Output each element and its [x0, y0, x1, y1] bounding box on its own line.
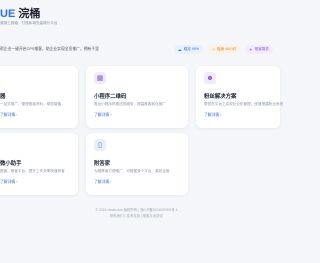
badge-label: 极速 48小时	[216, 47, 237, 51]
card-title: 附答家	[94, 161, 111, 167]
card-description: 一站式推广，管理推客资料，助您增值	[0, 102, 62, 106]
service-card[interactable]: ▦ 小程序二维码 推出小程序码推送到服务，提高推客转化推广 了解详情 ›	[86, 66, 188, 128]
card-details-link[interactable]: 了解详情 ›	[204, 113, 222, 118]
title-rest: 浣桶	[15, 8, 41, 20]
card-details-link[interactable]: 了解详情 ›	[0, 113, 18, 118]
page-subtitle: 营销工具箱，打造私域流量增长平台	[0, 21, 58, 25]
service-card[interactable]: 器 一站式推广，管理推客资料，助您增值 了解详情 ›	[0, 66, 78, 128]
qr-code-icon: ▦	[94, 72, 106, 84]
badge-stability: ☁ 稳定 99%	[173, 45, 204, 54]
footer-copyright: © 2024 ctsub.com 版权所有 | 浙ICP备2024000000号…	[95, 208, 178, 212]
brand-name: UE	[0, 8, 16, 20]
badge-referral: ✈ 推客裂变	[245, 45, 273, 54]
footer-links[interactable]: 联系我们 | 技术支持 | 推客平台协议	[0, 213, 273, 218]
service-card[interactable]: ☻ 粉丝解决方案 帮您在平台上实现社交化管理，快速搭建粉丝系统 了解详情 ›	[196, 66, 284, 128]
feature-badges: ☁ 稳定 99% ⚡ 极速 48小时 ✈ 推客裂变	[173, 45, 273, 54]
bolt-icon: ⚡	[212, 46, 215, 52]
card-title: 小程序二维码	[94, 94, 127, 100]
card-description: 推出小程序码推送到服务，提高推客转化推广	[94, 102, 166, 106]
card-details-link[interactable]: 了解详情 ›	[94, 113, 112, 118]
tagline: 帮企业一键开启CPS推客，助企业实现全员推广，拥有千里	[0, 47, 99, 51]
page-title: UE 浣桶	[0, 5, 40, 21]
service-card[interactable]: ▯ 附答家 为推荐者方便推广，可搭建多个平台，高效运营 了解详情 ›	[86, 133, 188, 195]
card-description: 为推荐者方便推广，可搭建多个平台，高效运营	[94, 169, 170, 173]
card-title: 器	[0, 94, 6, 100]
badge-speed: ⚡ 极速 48小时	[208, 45, 241, 54]
cloud-icon: ☁	[177, 46, 182, 52]
card-details-link[interactable]: 了解详情 ›	[0, 180, 18, 185]
phone-icon: ▯	[94, 139, 106, 151]
card-details-link[interactable]: 了解详情 ›	[94, 180, 112, 185]
badge-label: 稳定 99%	[183, 47, 200, 51]
users-icon: ☻	[204, 72, 216, 84]
send-icon: ✈	[249, 46, 253, 52]
card-description: 推客、推客平台，提升工作效率快速获客	[0, 169, 65, 173]
card-title: 微小助手	[0, 161, 22, 167]
card-description: 帮您在平台上实现社交化管理，快速搭建粉丝系统	[204, 102, 284, 106]
service-card[interactable]: 微小助手 推客、推客平台，提升工作效率快速获客 了解详情 ›	[0, 133, 78, 195]
card-title: 粉丝解决方案	[204, 94, 237, 100]
badge-label: 推客裂变	[254, 47, 269, 51]
